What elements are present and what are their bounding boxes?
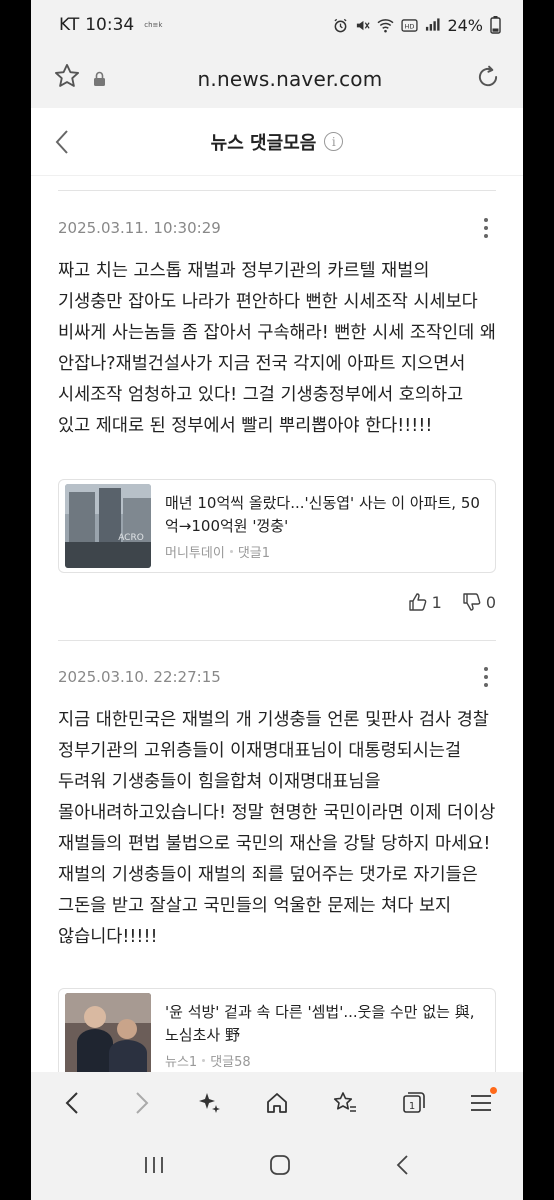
browser-toolbar: 1 <box>31 1072 523 1134</box>
carrier-mini-label: ch≡k <box>144 21 163 29</box>
browser-url-bar: n.news.naver.com <box>31 50 523 108</box>
svg-text:1: 1 <box>409 1101 415 1112</box>
article-headline[interactable]: '윤 석방' 겉과 속 다른 '셈법'...웃을 수만 없는 與, 노심초사 野 <box>165 1001 489 1047</box>
article-comment-count: 댓글1 <box>237 545 271 561</box>
article-thumbnail: ACRO <box>65 484 151 568</box>
info-icon[interactable]: i <box>324 132 344 151</box>
more-options-icon[interactable] <box>476 667 496 687</box>
status-bar: KT 10:34 ch≡k HD 24% <box>31 0 523 50</box>
svg-text:ACRO: ACRO <box>118 533 144 543</box>
lock-icon <box>93 71 109 87</box>
separator-dot <box>202 1058 206 1062</box>
carrier: KT <box>59 15 80 35</box>
comment-text: 지금 대한민국은 재벌의 개 기생충들 언론 및판사 검사 경찰 정부기관의 고… <box>58 710 496 947</box>
reload-icon[interactable] <box>471 64 501 94</box>
comment-date: 2025.03.11. 10:30:29 <box>58 219 221 237</box>
article-source: 머니투데이 <box>165 545 225 561</box>
notification-dot <box>490 1087 497 1094</box>
tabs-icon[interactable]: 1 <box>393 1083 433 1123</box>
home-icon[interactable] <box>257 1083 297 1123</box>
page-title: 뉴스 댓글모음 <box>210 132 317 154</box>
wifi-icon <box>377 18 394 32</box>
signal-icon <box>426 18 440 31</box>
comment-item: 2025.03.10. 22:27:15 지금 대한민국은 재벌의 개 기생충들… <box>58 667 496 953</box>
more-options-icon[interactable] <box>476 218 496 238</box>
menu-icon[interactable] <box>461 1083 501 1123</box>
home-nav-icon[interactable] <box>267 1152 293 1182</box>
dislike-count: 0 <box>485 592 496 612</box>
thumbs-down-icon <box>463 593 481 611</box>
bookmarks-icon[interactable] <box>325 1083 365 1123</box>
like-button[interactable]: 1 <box>408 592 442 612</box>
vote-bar: 1 0 <box>408 592 496 612</box>
sparkle-icon[interactable] <box>189 1083 229 1123</box>
separator-dot <box>229 549 233 553</box>
article-headline[interactable]: 매년 10억씩 올랐다...'신동엽' 사는 이 아파트, 50억→100억원 … <box>165 492 489 538</box>
comment-date: 2025.03.10. 22:27:15 <box>58 668 221 686</box>
like-count: 1 <box>431 592 442 612</box>
bookmark-star-icon[interactable] <box>53 62 87 97</box>
divider <box>58 640 496 641</box>
comment-text: 짜고 치는 고스톱 재벌과 정부기관의 카르텔 재벌의 기생충만 잡아도 나라가… <box>58 261 496 436</box>
system-nav-bar <box>31 1134 523 1200</box>
article-card[interactable]: '윤 석방' 겉과 속 다른 '셈법'...웃을 수만 없는 與, 노심초사 野… <box>58 988 496 1082</box>
back-icon[interactable] <box>53 1083 93 1123</box>
article-card[interactable]: ACRO 매년 10억씩 올랐다...'신동엽' 사는 이 아파트, 50억→1… <box>58 479 496 573</box>
article-thumbnail <box>65 993 151 1077</box>
address-field[interactable]: n.news.naver.com <box>109 67 471 91</box>
phone-screen: KT 10:34 ch≡k HD 24% n.news.naver.com 뉴스… <box>31 0 523 1200</box>
back-nav-icon[interactable] <box>393 1152 413 1182</box>
alarm-icon <box>334 18 347 32</box>
thumbs-up-icon <box>408 593 427 611</box>
mute-icon <box>357 20 371 30</box>
page-header: 뉴스 댓글모음 i <box>31 108 523 176</box>
forward-icon[interactable] <box>121 1083 161 1123</box>
svg-text:HD: HD <box>405 22 415 30</box>
hd-icon: HD <box>401 18 419 32</box>
article-comment-count: 댓글58 <box>210 1054 251 1070</box>
battery-icon <box>490 16 501 34</box>
article-source: 뉴스1 <box>165 1054 198 1070</box>
back-arrow-icon[interactable] <box>53 128 71 160</box>
comment-item: 2025.03.11. 10:30:29 짜고 치는 고스톱 재벌과 정부기관의… <box>58 218 496 442</box>
recent-apps-icon[interactable] <box>141 1154 167 1180</box>
clock: 10:34 <box>85 15 135 35</box>
divider <box>58 190 496 191</box>
dislike-button[interactable]: 0 <box>462 592 496 612</box>
battery-percent: 24% <box>447 15 483 35</box>
